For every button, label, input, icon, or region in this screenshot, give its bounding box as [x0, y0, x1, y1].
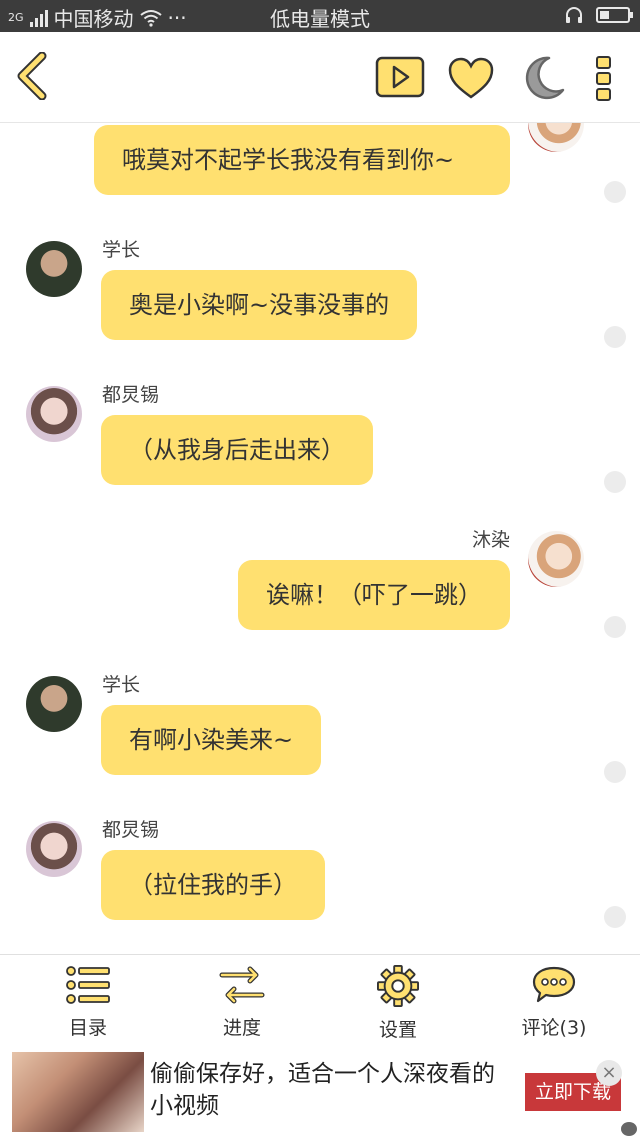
message-bubble: 诶嘛！（吓了一跳）	[238, 560, 510, 630]
wifi-icon	[139, 9, 162, 27]
speaker-name: 沐染	[471, 529, 510, 551]
nav-comments-label: 评论(3)	[521, 1017, 587, 1039]
heart-icon	[448, 57, 494, 99]
nav-catalog[interactable]: 目录	[28, 965, 148, 1040]
ad-text[interactable]: 偷偷保存好，适合一个人深夜看的小视频	[150, 1058, 500, 1122]
message-bubble: 奥是小染啊~没事没事的	[101, 270, 418, 340]
ad-close-button[interactable]: ×	[596, 1060, 622, 1086]
nav-progress-label: 进度	[222, 1017, 261, 1039]
nav-settings-label: 设置	[378, 1019, 417, 1041]
bottom-nav: 目录 进度 设置 评论(3)	[0, 954, 640, 1047]
like-button[interactable]	[447, 56, 495, 104]
list-icon	[66, 966, 110, 1004]
more-button[interactable]	[594, 54, 614, 106]
swap-arrows-icon	[219, 966, 265, 1004]
message-bubble: （从我身后走出来）	[101, 415, 373, 485]
ad-mark-icon	[621, 1122, 637, 1136]
play-button[interactable]	[375, 56, 425, 102]
back-chevron-icon	[17, 51, 47, 101]
headphone-icon	[566, 7, 582, 23]
nav-comments[interactable]: 评论(3)	[494, 965, 614, 1040]
message-dot[interactable]	[604, 181, 626, 203]
avatar-senior[interactable]	[26, 241, 82, 297]
message-dot[interactable]	[604, 616, 626, 638]
battery-icon	[596, 7, 633, 23]
nav-settings[interactable]: 设置	[338, 965, 458, 1042]
message-bubble: 有啊小染美来~	[101, 705, 322, 775]
avatar-du[interactable]	[26, 821, 82, 877]
reader-header	[0, 32, 640, 123]
gear-icon	[377, 965, 419, 1007]
speaker-name: 学长	[102, 239, 141, 261]
ad-thumbnail[interactable]	[12, 1052, 144, 1132]
message-bubble: 哦莫对不起学长我没有看到你~	[94, 125, 510, 195]
nav-progress[interactable]: 进度	[182, 965, 302, 1040]
signal-icon	[29, 9, 48, 27]
play-icon	[375, 56, 425, 98]
back-button[interactable]	[14, 51, 50, 104]
moon-icon	[525, 56, 565, 100]
more-status: ···	[167, 5, 187, 30]
status-bar: 2G 中国移动 ··· 低电量模式	[0, 0, 640, 32]
avatar-muran[interactable]	[528, 123, 584, 152]
avatar-du[interactable]	[26, 386, 82, 442]
avatar-senior[interactable]	[26, 676, 82, 732]
message-dot[interactable]	[604, 906, 626, 928]
carrier-label: 中国移动	[53, 7, 134, 31]
more-dots-icon	[596, 56, 611, 101]
speaker-name: 都炅锡	[102, 819, 160, 841]
message-bubble: （拉住我的手）	[101, 850, 325, 920]
ad-banner[interactable]: 偷偷保存好，适合一个人深夜看的小视频 立即下载 ×	[0, 1046, 640, 1138]
network-label: 2G	[8, 11, 24, 24]
speaker-name: 都炅锡	[102, 384, 160, 406]
message-dot[interactable]	[604, 326, 626, 348]
speaker-name: 学长	[102, 674, 141, 696]
avatar-muran[interactable]	[528, 531, 584, 587]
nav-catalog-label: 目录	[68, 1017, 107, 1039]
night-mode-button[interactable]	[519, 54, 567, 106]
message-dot[interactable]	[604, 761, 626, 783]
chat-area[interactable]: 哦莫对不起学长我没有看到你~ 学长 奥是小染啊~没事没事的 都炅锡 （从我身后走…	[0, 123, 640, 953]
comment-icon	[532, 966, 576, 1003]
message-dot[interactable]	[604, 471, 626, 493]
